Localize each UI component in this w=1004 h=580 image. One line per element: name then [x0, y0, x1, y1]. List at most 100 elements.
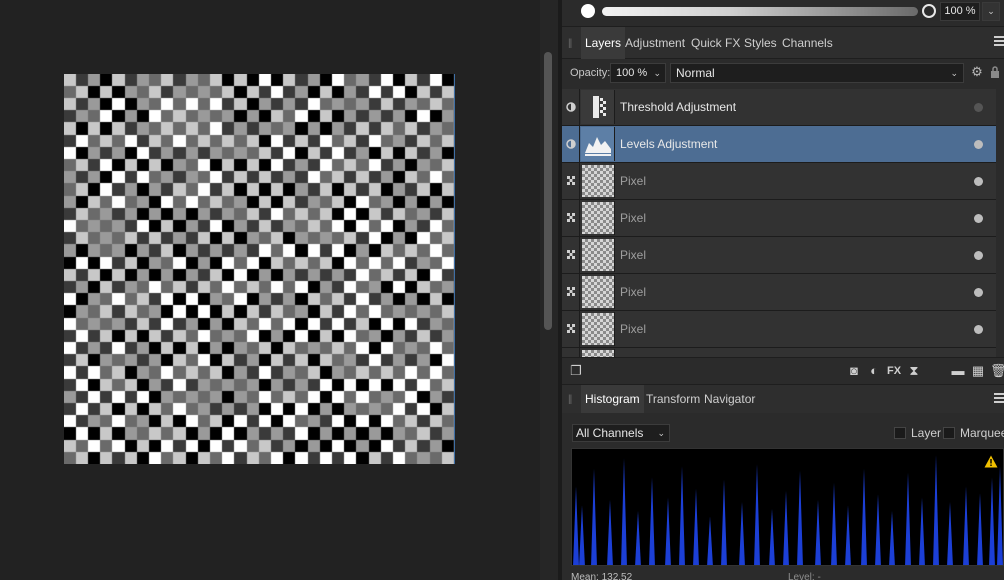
tab-styles[interactable]: Styles [740, 27, 781, 59]
layer-row[interactable]: Pixel [562, 311, 996, 348]
panel-grip-icon[interactable]: || [568, 394, 574, 406]
add-mask-icon[interactable]: ◙ [846, 363, 862, 379]
gear-icon[interactable]: ⚙ [970, 65, 984, 79]
opacity-slider[interactable] [602, 7, 918, 16]
layer-name: Pixel [620, 248, 647, 262]
pixel-layer-icon[interactable] [562, 200, 580, 236]
pixel-layer-icon[interactable] [562, 348, 580, 357]
layer-thumbnail [581, 349, 615, 357]
histogram-spike [721, 479, 727, 565]
visibility-toggle[interactable] [974, 103, 983, 112]
layer-thumbnail [581, 90, 615, 124]
fx-icon[interactable]: FX [886, 363, 902, 379]
layer-list-scrollbar[interactable] [998, 89, 1004, 357]
layer-row[interactable]: Pixel [562, 163, 996, 200]
visibility-toggle[interactable] [974, 288, 983, 297]
visibility-toggle[interactable] [974, 140, 983, 149]
hourglass-icon[interactable]: ⧗ [906, 363, 922, 379]
layer-checkbox-label: Layer [911, 426, 942, 440]
histogram-spike [579, 505, 585, 565]
pixel-layer-icon[interactable] [562, 274, 580, 310]
stroke-color-swatch[interactable] [922, 4, 936, 18]
tab-navigator[interactable]: Navigator [700, 385, 759, 413]
tab-quick-fx[interactable]: Quick FX [687, 27, 744, 59]
chevron-down-icon: ⌄ [657, 428, 665, 438]
histogram-spike [845, 505, 851, 565]
layer-row[interactable]: Pixel [562, 237, 996, 274]
visibility-toggle[interactable] [974, 214, 983, 223]
histogram-spike [679, 466, 685, 565]
histogram-spike [831, 483, 837, 565]
pixel-layer-icon[interactable] [562, 237, 580, 273]
histogram-spike [977, 493, 983, 565]
adjustment-layer-icon[interactable] [562, 126, 580, 162]
histogram-spike [963, 486, 969, 565]
layer-thumbnail [581, 238, 615, 272]
pixel-layer-icon[interactable] [562, 163, 580, 199]
opacity-value: 100 % [616, 67, 648, 79]
histogram-graph[interactable] [571, 448, 1004, 566]
layer-thumbnail [581, 312, 615, 346]
layer-name: Pixel [620, 285, 647, 299]
marquee-checkbox[interactable] [943, 427, 955, 439]
layer-row[interactable]: Pixel [562, 348, 996, 357]
histogram-spike [919, 497, 925, 565]
layer-thumbnail [581, 127, 615, 161]
opacity-field[interactable]: 100 % ⌄ [610, 63, 666, 83]
studio-panels: 100 % ⌄ || Layers Adjustment Quick FX St… [562, 0, 1004, 580]
add-pixel-layer-icon[interactable]: ▦ [970, 363, 986, 379]
layer-name: Pixel [620, 174, 647, 188]
color-opacity-field[interactable]: 100 % [940, 2, 980, 21]
tab-adjustment[interactable]: Adjustment [621, 27, 689, 59]
histogram-spike [607, 499, 613, 565]
folder-icon[interactable]: ▬ [950, 363, 966, 379]
layer-checkbox[interactable] [894, 427, 906, 439]
layer-name: Pixel [620, 211, 647, 225]
adjustment-icon[interactable]: ◐ [866, 363, 882, 379]
visibility-toggle[interactable] [974, 251, 983, 260]
layers-tabbar: || Layers Adjustment Quick FX Styles Cha… [562, 27, 1004, 59]
histogram-spike [933, 455, 939, 565]
histogram-spike [665, 497, 671, 565]
layer-row[interactable]: Pixel [562, 274, 996, 311]
color-panel: 100 % ⌄ [562, 0, 1004, 24]
layer-row[interactable]: Levels Adjustment [562, 126, 996, 163]
tab-transform[interactable]: Transform [642, 385, 704, 413]
warning-icon[interactable] [984, 455, 998, 468]
histogram-spike [997, 466, 1003, 565]
canvas-area[interactable] [0, 0, 540, 580]
document-canvas[interactable] [64, 74, 455, 464]
histogram-chart [573, 455, 1003, 565]
pixel-layer-icon[interactable] [562, 311, 580, 347]
tab-channels[interactable]: Channels [778, 27, 837, 59]
chevron-down-icon[interactable]: ⌄ [982, 2, 1000, 21]
marquee-checkbox-label: Marquee [960, 426, 1004, 440]
histogram-spike [815, 499, 821, 565]
trash-icon[interactable]: 🗑 [990, 363, 1004, 379]
layer-copy-icon[interactable]: ❐ [568, 363, 584, 379]
layer-toolbar: ❐ ◙ ◐ FX ⧗ ▬ ▦ 🗑 [562, 357, 1004, 383]
channel-select[interactable]: All Channels ⌄ [572, 424, 670, 442]
tab-layers[interactable]: Layers [581, 27, 626, 59]
visibility-toggle[interactable] [974, 177, 983, 186]
blend-mode-select[interactable]: Normal ⌄ [670, 63, 964, 83]
fill-color-swatch[interactable] [581, 4, 595, 18]
canvas-scroll-thumb[interactable] [544, 52, 552, 330]
layer-thumbnail [581, 201, 615, 235]
layer-name: Pixel [620, 322, 647, 336]
adjustment-layer-icon[interactable] [562, 89, 580, 125]
tab-histogram[interactable]: Histogram [581, 385, 644, 413]
chevron-down-icon: ⌄ [950, 68, 958, 78]
chevron-down-icon: ⌄ [653, 68, 661, 78]
layer-row[interactable]: Pixel [562, 200, 996, 237]
blend-mode-value: Normal [676, 66, 715, 80]
layer-row[interactable]: Threshold Adjustment [562, 89, 996, 126]
visibility-toggle[interactable] [974, 325, 983, 334]
histogram-spike [861, 468, 867, 565]
histogram-spike [889, 511, 895, 565]
panel-grip-icon[interactable]: || [568, 38, 574, 50]
panel-menu-icon[interactable] [994, 393, 1004, 405]
panel-menu-icon[interactable] [994, 36, 1004, 48]
lock-icon[interactable] [990, 66, 1000, 78]
layer-thumbnail [581, 275, 615, 309]
